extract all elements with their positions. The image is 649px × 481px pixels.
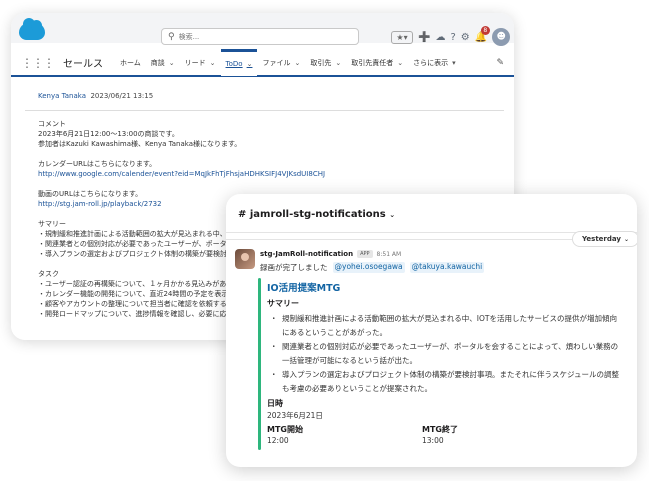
message-body: 録画が完了しました: [260, 263, 328, 272]
date-divider-pill[interactable]: Yesterday ⌄: [572, 231, 637, 247]
date-label: Yesterday: [582, 235, 621, 243]
app-launcher-icon[interactable]: ⋮⋮⋮: [21, 56, 55, 70]
header-utilities: ★▾ ➕ ☁ ? ⚙ 🔔 8 ☻: [391, 25, 511, 46]
nav-tab-files[interactable]: ファイル ⌄: [257, 49, 305, 76]
nav-tab-label: リード: [184, 58, 206, 67]
date-field-label: 日時: [267, 399, 283, 408]
global-header: ⚲ ★▾ ➕ ☁ ? ⚙ 🔔8 ☻: [11, 13, 514, 46]
nav-tab-label: 商談: [150, 58, 165, 67]
summary-label: サマリー: [267, 299, 299, 308]
notification-badge: 8: [480, 25, 490, 35]
nav-tab-label: ファイル: [262, 58, 291, 67]
nav-tab-label: 取引先責任者: [351, 58, 394, 67]
gear-icon[interactable]: ⚙: [461, 32, 470, 43]
slack-window: # jamroll-stg-notifications ⌄ Yesterday …: [226, 194, 637, 467]
message-text: 録画が完了しました @yohei.osoegawa @takuya.kawauc…: [260, 262, 485, 273]
edit-nav-pencil-icon[interactable]: ✎: [496, 58, 504, 68]
post-meta: Kenya Tanaka 2023/06/21 13:15: [38, 92, 153, 100]
chevron-down-icon[interactable]: ⌄: [335, 59, 341, 67]
comment-line: [38, 149, 498, 159]
help-icon[interactable]: ?: [450, 32, 455, 43]
bot-avatar[interactable]: [235, 249, 255, 269]
caret-down-icon[interactable]: ▾: [452, 59, 456, 67]
comment-line: カレンダーURLはこちらになります。: [38, 160, 157, 168]
app-nav-bar: ⋮⋮⋮ セールス ホーム 商談 ⌄ リード ⌄ ToDo ⌄ ファイル ⌄ 取引先 ⌄ 取…: [11, 49, 514, 77]
chevron-down-icon: ⌄: [623, 235, 629, 243]
mention-takuya[interactable]: @takuya.kawauchi: [409, 262, 485, 273]
channel-name: # jamroll-stg-notifications: [238, 209, 386, 220]
nav-tab-label: ToDo: [225, 60, 243, 68]
attachment-title[interactable]: IO活用提案MTG: [267, 280, 340, 294]
nav-tab-label: ホーム: [120, 58, 141, 67]
search-icon: ⚲: [168, 31, 175, 42]
end-field-value: 13:00: [422, 436, 444, 445]
chevron-down-icon[interactable]: ⌄: [247, 60, 253, 68]
end-field-label: MTG終了: [422, 425, 458, 434]
bullet-text: 導入プランの選定およびプロジェクト体制の構築が要検討事項。またそれに伴うスケジュ…: [282, 370, 619, 393]
list-item: ・規制緩和推進計画による活動範囲の拡大が見込まれる中、IOTを活用したサービスの…: [270, 312, 622, 340]
comment-line: コメント: [38, 120, 66, 128]
chevron-down-icon[interactable]: ⌄: [210, 59, 216, 67]
comment-line: [38, 179, 498, 189]
app-name: セールス: [63, 59, 103, 70]
channel-title[interactable]: # jamroll-stg-notifications ⌄: [238, 209, 395, 220]
chevron-down-icon[interactable]: ⌄: [169, 59, 175, 67]
nav-tab-more[interactable]: さらに表示 ▾: [408, 49, 461, 76]
start-field-label: MTG開始: [267, 425, 303, 434]
nav-tab-contacts[interactable]: 取引先責任者 ⌄: [346, 49, 408, 76]
global-search[interactable]: ⚲: [161, 28, 359, 45]
cloud-icon[interactable]: ☁: [435, 32, 445, 43]
nav-tab-accounts[interactable]: 取引先 ⌄: [305, 49, 346, 76]
message-time[interactable]: 8:51 AM: [377, 251, 402, 258]
start-field-value: 12:00: [267, 436, 289, 445]
nav-tab-home[interactable]: ホーム: [115, 49, 146, 76]
nav-tab-leads[interactable]: リード ⌄: [180, 49, 221, 76]
nav-tab-label: さらに表示: [413, 58, 449, 67]
nav-tab-todo[interactable]: ToDo ⌄: [220, 49, 258, 76]
comment-line: 参加者はKazuki Kawashima様、Kenya Tanaka様になります…: [38, 140, 242, 148]
bot-name[interactable]: stg-JamRoll-notification: [260, 250, 353, 258]
chevron-down-icon[interactable]: ⌄: [397, 59, 403, 67]
favorites-star-icon[interactable]: ★▾: [391, 30, 413, 44]
search-input[interactable]: [178, 32, 329, 41]
chevron-down-icon[interactable]: ⌄: [389, 211, 395, 219]
chevron-down-icon[interactable]: ⌄: [294, 59, 300, 67]
add-icon[interactable]: ➕: [418, 32, 430, 43]
comment-link[interactable]: http://www.google.com/calender/event?eid…: [38, 169, 498, 179]
bell-icon[interactable]: 🔔 8: [475, 25, 490, 43]
divider: [25, 110, 504, 111]
message-header: stg-JamRoll-notification APP 8:51 AM: [260, 250, 401, 258]
app-badge: APP: [357, 250, 373, 258]
salesforce-logo-icon[interactable]: [19, 18, 45, 40]
bullet-text: 規制緩和推進計画による活動範囲の拡大が見込まれる中、IOTを活用したサービスの提…: [282, 314, 617, 337]
list-item: ・導入プランの選定およびプロジェクト体制の構築が要検討事項。またそれに伴うスケジ…: [270, 368, 622, 396]
nav-tab-label: 取引先: [310, 58, 332, 67]
user-avatar[interactable]: ☻: [492, 28, 511, 46]
bullet-text: 関連業者との個別対応が必要であったユーザーが、ポータルを会することによって、煩わ…: [282, 342, 619, 365]
mention-yohei[interactable]: @yohei.osoegawa: [332, 262, 405, 273]
list-item: ・関連業者との個別対応が必要であったユーザーが、ポータルを会することによって、煩…: [270, 340, 622, 368]
message-attachment: IO活用提案MTG サマリー ・規制緩和推進計画による活動範囲の拡大が見込まれる…: [258, 278, 628, 453]
post-datetime: 2023/06/21 13:15: [90, 92, 154, 100]
date-field-value: 2023年6月21日: [267, 411, 323, 420]
summary-bullets: ・規制緩和推進計画による活動範囲の拡大が見込まれる中、IOTを活用したサービスの…: [270, 312, 622, 396]
nav-tab-opportunities[interactable]: 商談 ⌄: [146, 49, 180, 76]
comment-line: 2023年6月21日12:00〜13:00の商談です。: [38, 130, 179, 138]
attachment-color-bar: [258, 278, 261, 450]
author-link[interactable]: Kenya Tanaka: [38, 92, 86, 100]
